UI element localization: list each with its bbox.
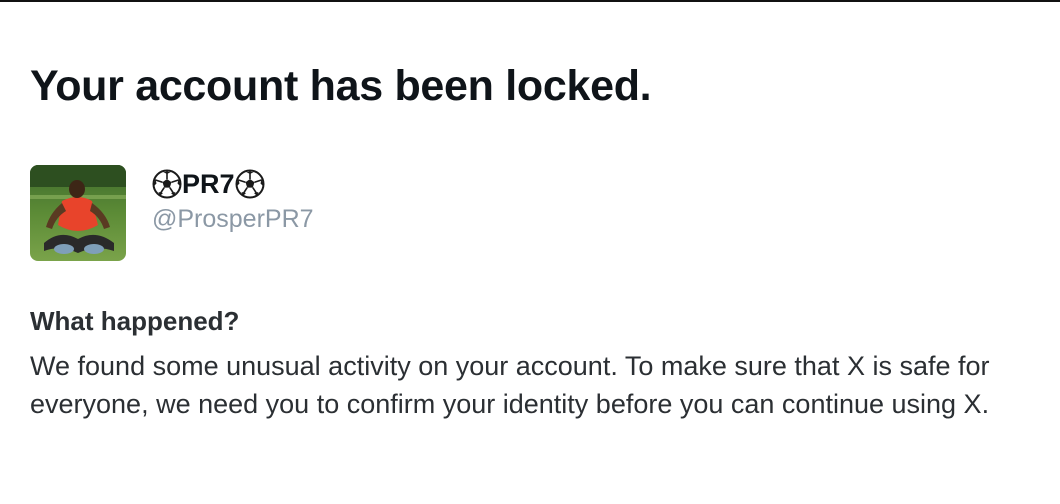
display-name: PR7: [152, 167, 314, 201]
profile-names: PR7 @ProsperPR7: [152, 167, 314, 234]
soccer-ball-icon: [152, 169, 182, 199]
soccer-ball-icon: [235, 169, 265, 199]
avatar: [30, 165, 126, 261]
section-body: We found some unusual activity on your a…: [30, 351, 990, 419]
locked-account-page: Your account has been locked. PR7 @Prosp…: [0, 0, 1060, 504]
avatar-image: [30, 165, 126, 261]
section-heading: What happened?: [30, 306, 240, 336]
user-handle: @ProsperPR7: [152, 205, 314, 233]
what-happened-section: What happened? We found some unusual act…: [30, 306, 1030, 423]
display-name-text: PR7: [182, 168, 235, 199]
profile-card: PR7 @ProsperPR7: [30, 165, 314, 261]
page-title: Your account has been locked.: [30, 62, 652, 110]
top-divider: [0, 0, 1060, 2]
